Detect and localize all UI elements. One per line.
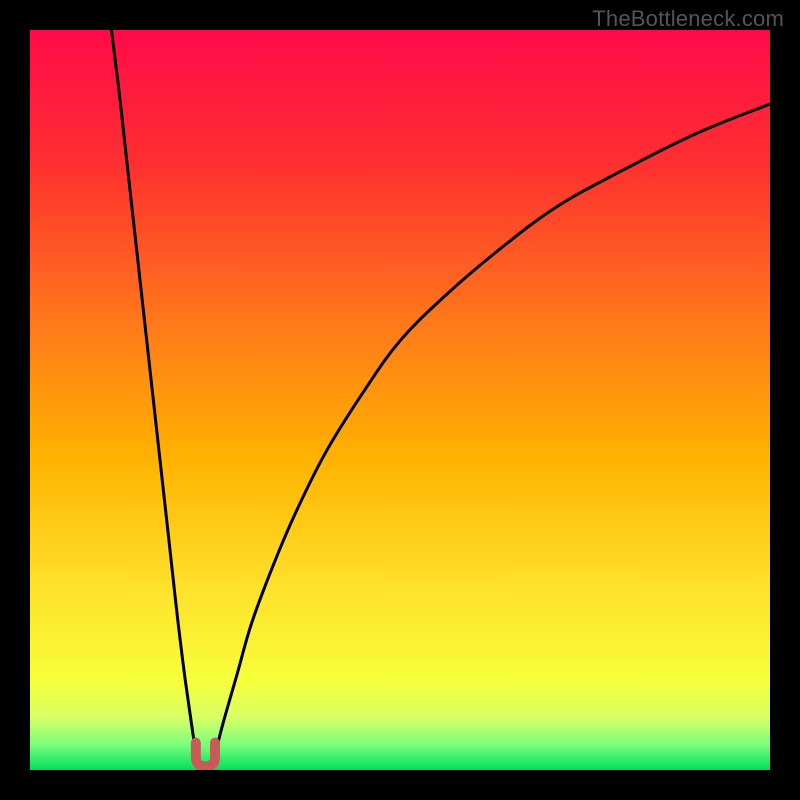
watermark-text: TheBottleneck.com <box>592 6 784 32</box>
chart-svg <box>30 30 770 770</box>
plot-area <box>30 30 770 770</box>
outer-frame: TheBottleneck.com <box>0 0 800 800</box>
gradient-background <box>30 30 770 770</box>
